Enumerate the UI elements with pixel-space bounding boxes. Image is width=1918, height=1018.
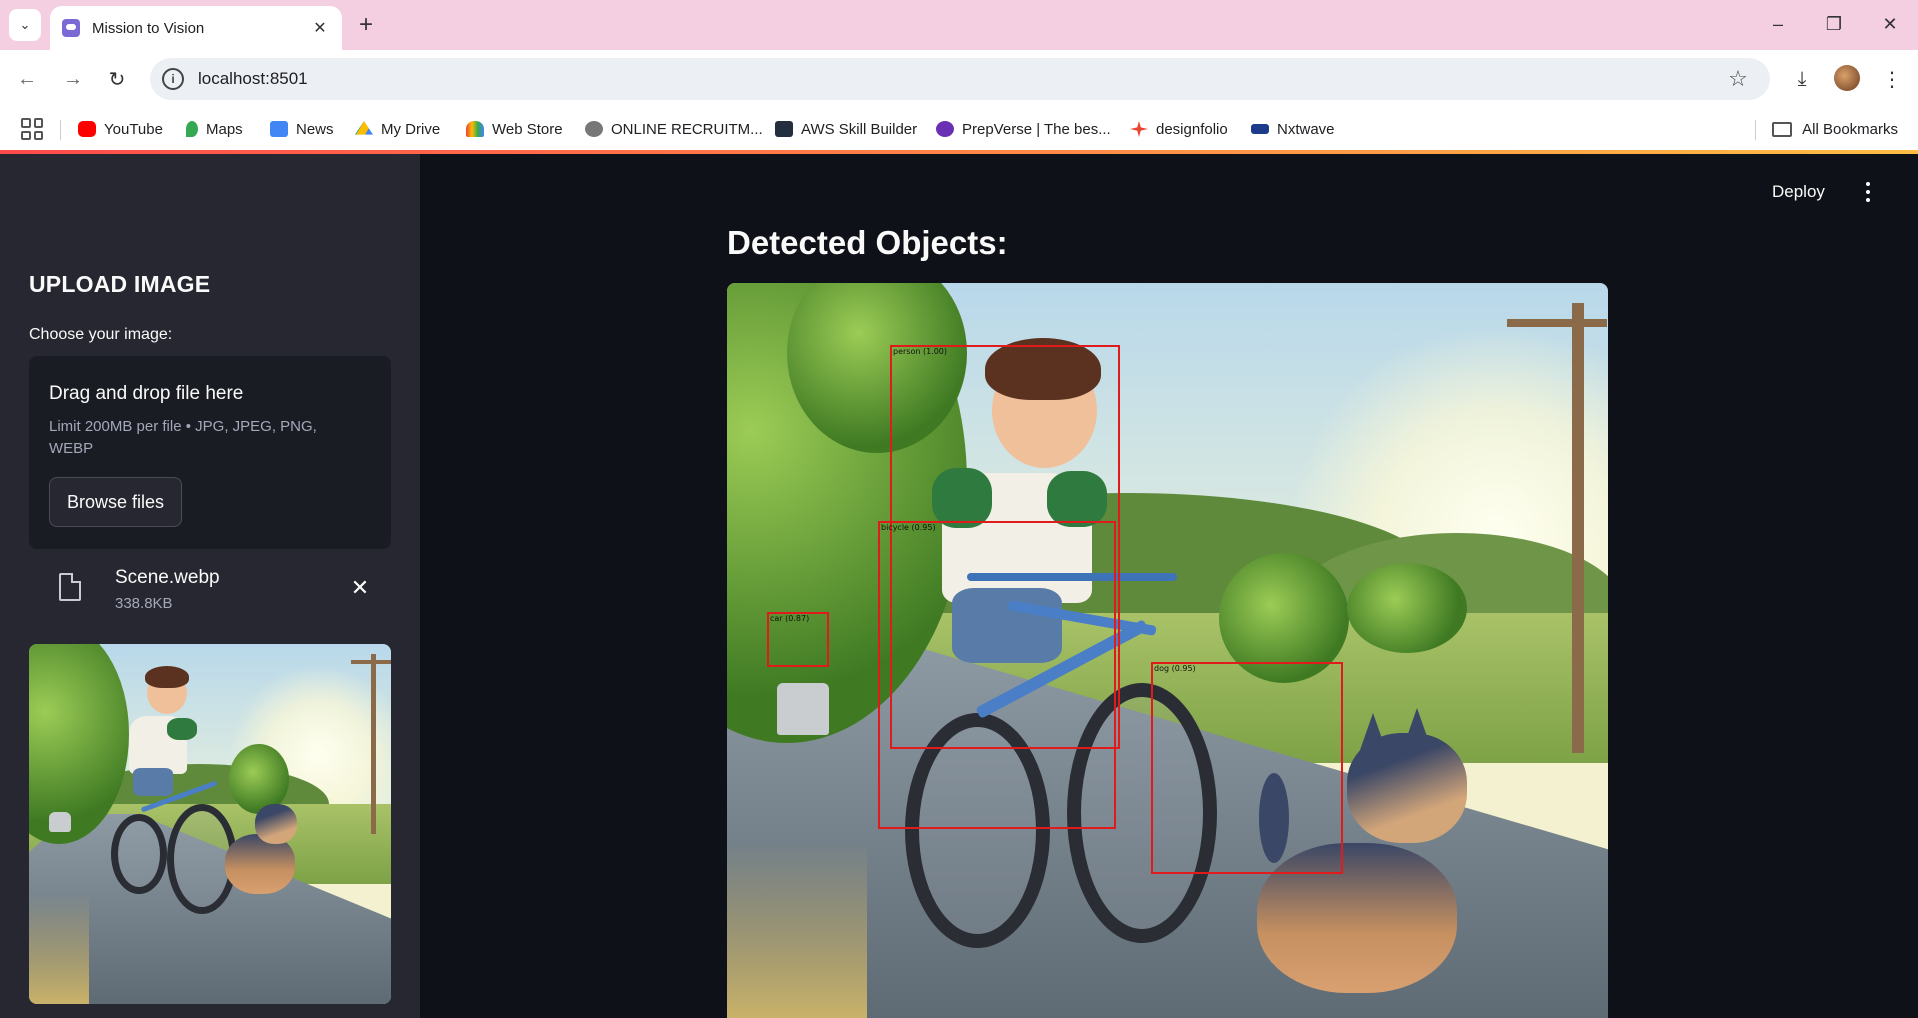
bookmark-star-icon[interactable]: ☆ <box>1722 66 1754 92</box>
bookmark-label: designfolio <box>1156 120 1228 138</box>
main-menu-icon[interactable] <box>1856 179 1880 205</box>
streamlit-favicon-icon <box>62 19 80 37</box>
bookmark-web-store[interactable]: Web Store <box>466 118 563 140</box>
bookmark-label: ONLINE RECRUITM... <box>611 120 763 138</box>
file-name: Scene.webp <box>115 567 220 588</box>
prepverse-icon <box>936 121 954 137</box>
bbox-dog: dog (0.95) <box>1151 662 1343 874</box>
url-text[interactable]: localhost:8501 <box>198 69 1722 89</box>
bookmark-news[interactable]: News <box>270 118 334 140</box>
preview-scene <box>29 644 391 1004</box>
remove-file-icon[interactable]: ✕ <box>347 575 373 601</box>
detection-scene <box>727 283 1608 1018</box>
bookmark-label: PrepVerse | The bes... <box>962 120 1111 138</box>
address-bar[interactable]: i localhost:8501 ☆ <box>150 58 1770 100</box>
youtube-icon <box>78 121 96 137</box>
bookmark-label: My Drive <box>381 120 441 138</box>
bookmark-label: YouTube <box>104 120 163 138</box>
file-icon <box>59 573 81 601</box>
chevron-down-icon: ⌄ <box>19 17 31 32</box>
bookmark-label: Nxtwave <box>1277 120 1335 138</box>
emblem-icon <box>585 121 603 137</box>
maps-pin-icon <box>186 121 198 137</box>
file-dropzone[interactable]: Drag and drop file here Limit 200MB per … <box>29 356 391 549</box>
bookmark-label: News <box>296 120 334 138</box>
apps-grid-icon[interactable] <box>21 118 43 140</box>
bookmark-label: Maps <box>206 120 243 138</box>
site-info-icon[interactable]: i <box>162 68 184 90</box>
reload-icon[interactable]: ↻ <box>101 63 133 95</box>
bookmark-online-recruitment[interactable]: ONLINE RECRUITM... <box>585 118 763 140</box>
sidebar-title: UPLOAD IMAGE <box>29 271 211 297</box>
dropzone-limit: Limit 200MB per file • JPG, JPEG, PNG, W… <box>49 418 317 457</box>
bbox-car: car (0.87) <box>767 612 829 667</box>
bookmark-aws-skill-builder[interactable]: AWS Skill Builder <box>775 118 917 140</box>
file-size: 338.8KB <box>115 595 173 612</box>
dropzone-heading: Drag and drop file here <box>49 383 244 404</box>
nxtwave-icon <box>1251 124 1269 134</box>
profile-avatar[interactable] <box>1834 65 1860 91</box>
uploader-label: Choose your image: <box>29 326 173 343</box>
drive-icon <box>355 121 373 135</box>
forward-arrow-icon[interactable]: → <box>57 63 89 95</box>
close-tab-icon[interactable]: ✕ <box>310 18 330 38</box>
bookmarks-bar: YouTube Maps News My Drive Web Store ONL… <box>0 108 1918 150</box>
all-bookmarks-button[interactable]: All Bookmarks <box>1772 118 1898 140</box>
tab-search-button[interactable]: ⌄ <box>9 9 41 41</box>
designfolio-icon <box>1130 121 1148 137</box>
tab-title: Mission to Vision <box>92 19 205 37</box>
main-content: Deploy Detected Objects: person (1.00) b… <box>420 154 1918 1018</box>
minimize-window-button[interactable]: – <box>1758 8 1798 40</box>
browse-files-button[interactable]: Browse files <box>49 477 182 527</box>
bookmark-prepverse[interactable]: PrepVerse | The bes... <box>936 118 1111 140</box>
bookmark-designfolio[interactable]: designfolio <box>1130 118 1228 140</box>
new-tab-button[interactable]: + <box>351 10 381 40</box>
bookmark-label: AWS Skill Builder <box>801 120 918 138</box>
bbox-label: car (0.87) <box>770 614 810 623</box>
detected-objects-heading: Detected Objects: <box>727 224 1008 261</box>
uploaded-image-preview <box>29 644 391 1004</box>
close-window-button[interactable]: ✕ <box>1870 8 1910 40</box>
bookmark-youtube[interactable]: YouTube <box>78 118 163 140</box>
uploaded-file: Scene.webp 338.8KB ✕ <box>29 559 391 619</box>
bbox-label: bicycle (0.95) <box>881 523 936 532</box>
browser-toolbar: ← → ↻ i localhost:8501 ☆ ⤓ ⋮ <box>0 50 1918 108</box>
bookmarks-divider <box>1755 120 1756 140</box>
detection-result-image: person (1.00) bicycle (0.95) car (0.87) … <box>727 283 1608 1018</box>
folder-icon <box>1772 121 1793 137</box>
download-icon[interactable]: ⤓ <box>1786 63 1818 95</box>
back-arrow-icon[interactable]: ← <box>11 63 43 95</box>
browser-menu-icon[interactable]: ⋮ <box>1876 63 1908 95</box>
tab-strip: ⌄ Mission to Vision ✕ + – ❐ ✕ <box>0 0 1918 50</box>
bookmark-nxtwave[interactable]: Nxtwave <box>1251 118 1335 140</box>
restore-window-button[interactable]: ❐ <box>1814 8 1854 40</box>
bookmark-maps[interactable]: Maps <box>186 118 243 140</box>
deploy-button[interactable]: Deploy <box>1772 182 1825 202</box>
aws-icon <box>775 121 793 137</box>
bbox-label: person (1.00) <box>893 347 948 356</box>
bookmarks-divider <box>60 120 61 140</box>
active-tab[interactable]: Mission to Vision ✕ <box>50 6 342 50</box>
bookmark-label: Web Store <box>492 120 563 138</box>
web-store-icon <box>466 121 484 137</box>
bookmark-my-drive[interactable]: My Drive <box>355 118 440 140</box>
bbox-label: dog (0.95) <box>1154 664 1196 673</box>
news-icon <box>270 121 288 137</box>
all-bookmarks-label: All Bookmarks <box>1802 120 1898 138</box>
bbox-bicycle: bicycle (0.95) <box>878 521 1116 829</box>
sidebar: UPLOAD IMAGE Choose your image: Drag and… <box>0 154 420 1018</box>
